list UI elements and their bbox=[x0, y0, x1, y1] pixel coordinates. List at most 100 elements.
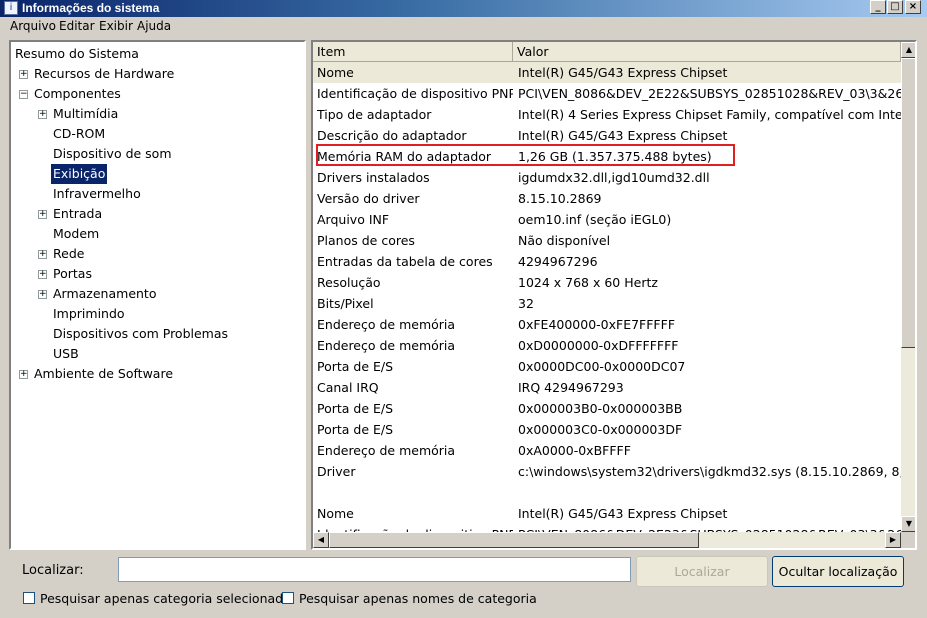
table-row[interactable] bbox=[313, 482, 901, 503]
category-tree[interactable]: Resumo do Sistema + Recursos de Hardware − C… bbox=[9, 40, 306, 550]
cell-value: 1,26 GB (1.357.375.488 bytes) bbox=[518, 149, 712, 164]
table-row[interactable]: Entradas da tabela de cores 4294967296 bbox=[313, 251, 901, 272]
list-body: Nome Intel(R) G45/G43 Express Chipset Iden… bbox=[313, 62, 901, 532]
table-row[interactable]: Endereço de memória 0xFE400000-0xFE7FFFFF bbox=[313, 314, 901, 335]
cell-item: Planos de cores bbox=[317, 233, 415, 248]
tree-item[interactable]: USB bbox=[11, 344, 301, 364]
vertical-scrollbar[interactable]: ▲ ▼ bbox=[901, 42, 915, 532]
find-input[interactable] bbox=[118, 557, 631, 582]
table-row[interactable]: Endereço de memória 0xD0000000-0xDFFFFFFF bbox=[313, 335, 901, 356]
details-list[interactable]: Item Valor Nome Intel(R) G45/G43 Express … bbox=[311, 40, 917, 550]
expand-icon[interactable]: + bbox=[38, 270, 47, 279]
menu-ajuda[interactable]: Ajuda bbox=[137, 19, 171, 33]
collapse-icon[interactable]: − bbox=[19, 90, 28, 99]
cell-item: Driver bbox=[317, 464, 356, 479]
table-row[interactable]: Descrição do adaptador Intel(R) G45/G43 E… bbox=[313, 125, 901, 146]
tree-item[interactable]: + Multimídia bbox=[11, 104, 301, 124]
find-button[interactable]: Localizar bbox=[636, 556, 768, 587]
minimize-button[interactable]: _ bbox=[870, 0, 886, 14]
cell-item: Versão do driver bbox=[317, 191, 420, 206]
tree-item[interactable]: Imprimindo bbox=[11, 304, 301, 324]
expand-icon[interactable]: + bbox=[38, 290, 47, 299]
tree-item[interactable]: Dispositivo de som bbox=[11, 144, 301, 164]
scroll-down-icon[interactable]: ▼ bbox=[901, 516, 915, 532]
table-row[interactable]: Bits/Pixel 32 bbox=[313, 293, 901, 314]
cell-value: 4294967296 bbox=[518, 254, 598, 269]
cell-item: Nome bbox=[317, 506, 354, 521]
table-row[interactable]: Nome Intel(R) G45/G43 Express Chipset bbox=[313, 503, 901, 524]
menu-bar: Arquivo Editar Exibir Ajuda bbox=[0, 17, 927, 36]
table-row[interactable]: Porta de E/S 0x0000DC00-0x0000DC07 bbox=[313, 356, 901, 377]
tree-item-label: Ambiente de Software bbox=[34, 366, 174, 381]
hide-find-button[interactable]: Ocultar localização bbox=[772, 556, 904, 587]
cell-value: Intel(R) G45/G43 Express Chipset bbox=[518, 506, 728, 521]
table-row[interactable]: Planos de cores Não disponível bbox=[313, 230, 901, 251]
scroll-up-icon[interactable]: ▲ bbox=[901, 42, 915, 58]
scroll-right-icon[interactable]: ▶ bbox=[885, 532, 901, 548]
table-row[interactable]: Arquivo INF oem10.inf (seção iEGL0) bbox=[313, 209, 901, 230]
cell-item: Porta de E/S bbox=[317, 401, 394, 416]
find-label: Localizar: bbox=[22, 563, 84, 578]
table-row[interactable]: Memória RAM do adaptador 1,26 GB (1.357.3… bbox=[313, 146, 901, 167]
tree-item[interactable]: Modem bbox=[11, 224, 301, 244]
maximize-button[interactable]: □ bbox=[887, 0, 903, 14]
vertical-scroll-thumb[interactable] bbox=[901, 58, 915, 348]
tree-item[interactable]: Exibição bbox=[11, 164, 301, 184]
table-row[interactable]: Porta de E/S 0x000003B0-0x000003BB bbox=[313, 398, 901, 419]
tree-item-label: Infravermelho bbox=[53, 186, 141, 201]
horizontal-scrollbar[interactable]: ◀ ▶ bbox=[313, 532, 901, 548]
cell-value: PCI\VEN_8086&DEV_2E22&SUBSYS_02851028&RE… bbox=[518, 86, 901, 101]
scroll-left-icon[interactable]: ◀ bbox=[313, 532, 329, 548]
tree-item[interactable]: CD-ROM bbox=[11, 124, 301, 144]
tree-item[interactable]: + Rede bbox=[11, 244, 301, 264]
tree-item[interactable]: + Ambiente de Software bbox=[11, 364, 301, 384]
close-button[interactable]: × bbox=[905, 0, 921, 14]
table-row[interactable]: Tipo de adaptador Intel(R) 4 Series Expre… bbox=[313, 104, 901, 125]
table-row[interactable]: Drivers instalados igdumdx32.dll,igd10umd… bbox=[313, 167, 901, 188]
table-row[interactable]: Endereço de memória 0xA0000-0xBFFFF bbox=[313, 440, 901, 461]
table-row[interactable]: Canal IRQ IRQ 4294967293 bbox=[313, 377, 901, 398]
tree-item-label: Rede bbox=[53, 246, 85, 261]
cell-value: 0x0000DC00-0x0000DC07 bbox=[518, 359, 686, 374]
cell-value: 32 bbox=[518, 296, 534, 311]
tree-item[interactable]: + Armazenamento bbox=[11, 284, 301, 304]
tree-item[interactable]: + Portas bbox=[11, 264, 301, 284]
checkbox-icon[interactable] bbox=[282, 592, 294, 604]
cell-value: Não disponível bbox=[518, 233, 611, 248]
table-row[interactable]: Versão do driver 8.15.10.2869 bbox=[313, 188, 901, 209]
checkbox-icon[interactable] bbox=[23, 592, 35, 604]
tree-item[interactable]: + Entrada bbox=[11, 204, 301, 224]
title-bar[interactable]: i Informações do sistema _ □ × bbox=[0, 0, 927, 17]
expand-icon[interactable]: + bbox=[19, 370, 28, 379]
expand-icon[interactable]: + bbox=[38, 250, 47, 259]
horizontal-scroll-thumb[interactable] bbox=[329, 532, 699, 548]
tree-item-label: Componentes bbox=[34, 86, 121, 101]
menu-arquivo[interactable]: Arquivo bbox=[10, 19, 56, 33]
cell-item: Endereço de memória bbox=[317, 443, 456, 458]
column-header-item[interactable]: Item bbox=[313, 42, 513, 62]
table-row[interactable]: Porta de E/S 0x000003C0-0x000003DF bbox=[313, 419, 901, 440]
table-row[interactable]: Nome Intel(R) G45/G43 Express Chipset bbox=[313, 62, 901, 83]
menu-exibir[interactable]: Exibir bbox=[99, 19, 133, 33]
cell-value: IRQ 4294967293 bbox=[518, 380, 624, 395]
expand-icon[interactable]: + bbox=[19, 70, 28, 79]
cell-item: Tipo de adaptador bbox=[317, 107, 432, 122]
expand-icon[interactable]: + bbox=[38, 110, 47, 119]
column-header-value[interactable]: Valor bbox=[513, 42, 901, 62]
table-row[interactable]: Resolução 1024 x 768 x 60 Hertz bbox=[313, 272, 901, 293]
tree-item[interactable]: Dispositivos com Problemas bbox=[11, 324, 301, 344]
tree-item-label: Dispositivos com Problemas bbox=[53, 326, 229, 341]
tree-item[interactable]: Infravermelho bbox=[11, 184, 301, 204]
cell-item: Canal IRQ bbox=[317, 380, 379, 395]
cell-value: 0xA0000-0xBFFFF bbox=[518, 443, 631, 458]
tree-item[interactable]: Resumo do Sistema bbox=[11, 44, 301, 64]
table-row[interactable]: Identificação de dispositivo PNP PCI\VEN_… bbox=[313, 83, 901, 104]
table-row[interactable]: Driver c:\windows\system32\drivers\igdkmd… bbox=[313, 461, 901, 482]
menu-editar[interactable]: Editar bbox=[59, 19, 95, 33]
cell-item: Resolução bbox=[317, 275, 381, 290]
tree-item[interactable]: + Recursos de Hardware bbox=[11, 64, 301, 84]
tree-item[interactable]: − Componentes bbox=[11, 84, 301, 104]
tree-item-label: Multimídia bbox=[53, 106, 119, 121]
expand-icon[interactable]: + bbox=[38, 210, 47, 219]
table-row[interactable]: Identificação de dispositivo PNP PCI\VEN_… bbox=[313, 524, 901, 532]
